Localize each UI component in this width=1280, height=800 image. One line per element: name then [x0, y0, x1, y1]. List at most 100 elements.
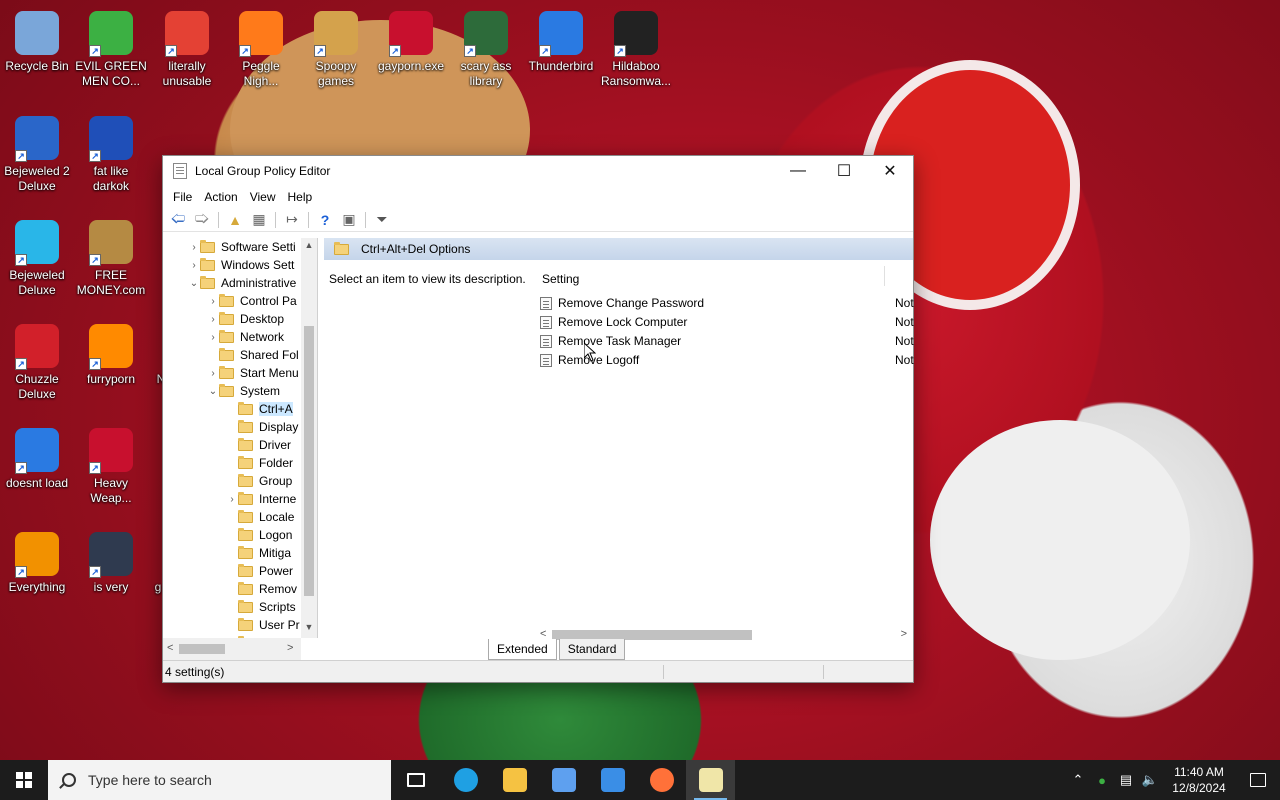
everything-search-icon: ↗	[15, 532, 59, 578]
tree-item[interactable]: › Windows Sett	[163, 256, 317, 274]
peggle-icon: ↗	[239, 11, 283, 57]
properties-icon[interactable]: ▣	[338, 210, 360, 230]
setting-row[interactable]: Remove Lock Computer	[540, 313, 687, 331]
export-list-icon[interactable]: ↦	[281, 210, 303, 230]
tree-vertical-scrollbar[interactable]: ▲ ▼	[301, 238, 317, 638]
tab-extended[interactable]: Extended	[488, 639, 557, 660]
help-icon[interactable]: ?	[314, 210, 336, 230]
chevron-right-icon[interactable]: ›	[188, 260, 200, 271]
tree-item[interactable]: Power	[163, 562, 317, 580]
desktop-icon[interactable]: ↗ FREE MONEY.com	[74, 214, 148, 298]
chevron-right-icon[interactable]: ›	[188, 242, 200, 253]
tree-item[interactable]: Folder	[163, 454, 317, 472]
volume-icon[interactable]: 🔈	[1138, 772, 1162, 788]
tree-item[interactable]: Group	[163, 472, 317, 490]
column-header-setting[interactable]: Setting	[542, 272, 579, 286]
tree-item[interactable]: Ctrl+A	[163, 400, 317, 418]
filter-icon[interactable]: ⏷	[371, 210, 393, 230]
taskbar-app-button[interactable]	[391, 760, 441, 800]
tree-item[interactable]: Scripts	[163, 598, 317, 616]
minimize-button[interactable]: —	[775, 156, 821, 186]
chrome-icon: ↗	[165, 11, 209, 57]
tab-standard[interactable]: Standard	[558, 639, 626, 660]
group-policy-editor-window: Local Group Policy Editor — ☐ ✕ File Act…	[162, 155, 914, 683]
chevron-right-icon[interactable]: ›	[207, 296, 219, 307]
menu-view[interactable]: View	[244, 190, 282, 204]
taskbar-search-box[interactable]: Type here to search	[48, 760, 391, 800]
menu-action[interactable]: Action	[198, 190, 243, 204]
desktop-icon[interactable]: ↗ scary ass library	[449, 5, 523, 89]
desktop-icon[interactable]: ↗ Hildaboo Ransomwa...	[599, 5, 673, 89]
tree-item[interactable]: Driver	[163, 436, 317, 454]
desktop-icon[interactable]: ↗ EVIL GREEN MEN CO...	[74, 5, 148, 89]
chevron-right-icon[interactable]: ›	[207, 368, 219, 379]
desktop-icon[interactable]: ↗ Peggle Nigh...	[224, 5, 298, 89]
scroll-thumb[interactable]	[304, 326, 314, 596]
pane-header: Ctrl+Alt+Del Options	[324, 238, 913, 260]
taskbar-app-button[interactable]	[490, 760, 539, 800]
tree-item[interactable]: › Desktop	[163, 310, 317, 328]
chevron-right-icon[interactable]: ›	[207, 314, 219, 325]
desktop-icon[interactable]: Recycle Bin	[0, 5, 74, 74]
tree-item[interactable]: ⌄ Administrative	[163, 274, 317, 292]
shortcut-arrow-icon: ↗	[389, 45, 401, 57]
tree-item[interactable]: User Pr	[163, 616, 317, 634]
tree-item[interactable]: Logon	[163, 526, 317, 544]
desktop-icon[interactable]: ↗ gayporn.exe	[374, 5, 448, 74]
setting-row[interactable]: Remove Task Manager	[540, 332, 681, 350]
desktop-icon[interactable]: ↗ is very	[74, 526, 148, 595]
desktop-icon-label: Bejeweled Deluxe	[9, 268, 65, 297]
tree-item[interactable]: › Interne	[163, 490, 317, 508]
desktop-icon[interactable]: ↗ Spoopy games	[299, 5, 373, 89]
desktop-icon[interactable]: ↗ Everything	[0, 526, 74, 595]
desktop-icon[interactable]: ↗ literally unusable	[150, 5, 224, 89]
chevron-down-icon[interactable]: ⌄	[188, 278, 200, 289]
menu-file[interactable]: File	[167, 190, 198, 204]
desktop-icon[interactable]: ↗ Bejeweled Deluxe	[0, 214, 74, 298]
tree-item[interactable]: › Software Setti	[163, 238, 317, 256]
up-folder-icon[interactable]: ▲	[224, 210, 246, 230]
taskbar-app-button[interactable]	[637, 760, 686, 800]
taskbar-app-button[interactable]	[441, 760, 490, 800]
tree-item[interactable]: ⌄ System	[163, 382, 317, 400]
forward-arrow-icon[interactable]: 🢡	[191, 210, 213, 230]
taskbar-app-button[interactable]	[588, 760, 637, 800]
title-bar[interactable]: Local Group Policy Editor — ☐ ✕	[163, 156, 913, 186]
show-hide-tree-icon[interactable]: ▦	[248, 210, 270, 230]
folder-icon	[238, 419, 253, 433]
tree-item[interactable]: Display	[163, 418, 317, 436]
desktop-icon[interactable]: ↗ Thunderbird	[524, 5, 598, 74]
chevron-right-icon[interactable]: ›	[207, 332, 219, 343]
desktop-icon[interactable]: ↗ Bejeweled 2 Deluxe	[0, 110, 74, 194]
start-button[interactable]	[0, 760, 48, 800]
chevron-down-icon[interactable]: ⌄	[207, 386, 219, 397]
clock[interactable]: 11:40 AM 12/8/2024	[1162, 764, 1236, 796]
desktop-icon[interactable]: ↗ Heavy Weap...	[74, 422, 148, 506]
notification-center-button[interactable]	[1236, 760, 1280, 800]
tree-item[interactable]: › Start Menu	[163, 364, 317, 382]
back-arrow-icon[interactable]: 🢠	[167, 210, 189, 230]
show-hidden-icons-icon[interactable]: ⌃	[1066, 772, 1090, 788]
scroll-thumb[interactable]	[179, 644, 225, 654]
tree-item[interactable]: Mitiga	[163, 544, 317, 562]
tree-item[interactable]: Shared Fol	[163, 346, 317, 364]
menu-help[interactable]: Help	[282, 190, 319, 204]
tree-horizontal-scrollbar[interactable]: < >	[163, 638, 301, 660]
chevron-right-icon[interactable]: ›	[226, 494, 238, 505]
setting-row[interactable]: Remove Change Password	[540, 294, 704, 312]
taskbar-app-button[interactable]	[686, 760, 735, 800]
people-icon[interactable]: ●	[1090, 773, 1114, 788]
desktop-icon[interactable]: ↗ furryporn	[74, 318, 148, 387]
close-button[interactable]: ✕	[867, 156, 913, 186]
desktop-icon[interactable]: ↗ Chuzzle Deluxe	[0, 318, 74, 402]
tree-item[interactable]: › Control Pa	[163, 292, 317, 310]
tree-item[interactable]: Remov	[163, 580, 317, 598]
network-icon[interactable]: ▤	[1114, 772, 1138, 788]
tree-item-label: User Pr	[259, 618, 300, 632]
desktop-icon[interactable]: ↗ fat like darkok	[74, 110, 148, 194]
tree-item[interactable]: › Network	[163, 328, 317, 346]
maximize-button[interactable]: ☐	[821, 156, 867, 186]
tree-item[interactable]: Locale	[163, 508, 317, 526]
desktop-icon[interactable]: ↗ doesnt load	[0, 422, 74, 491]
taskbar-app-button[interactable]	[539, 760, 588, 800]
